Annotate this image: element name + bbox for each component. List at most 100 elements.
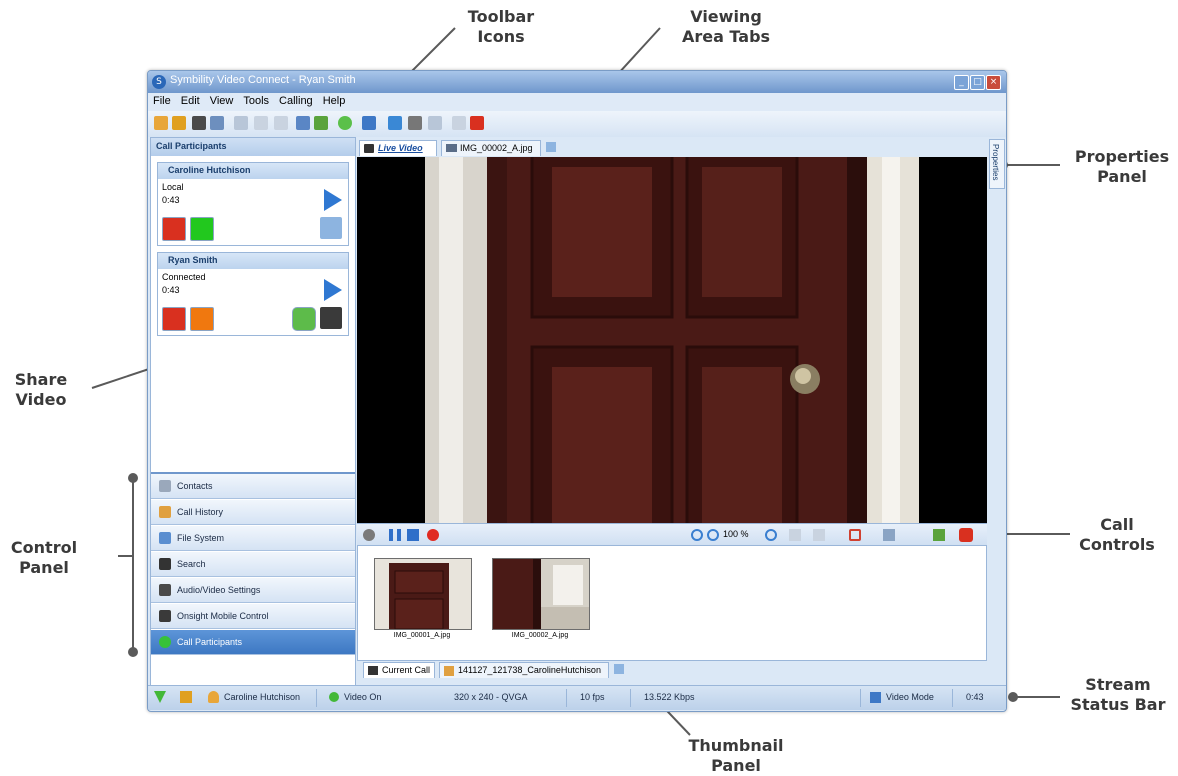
menu-file[interactable]: File xyxy=(148,93,176,109)
toolbar-icons-callout: Toolbar Icons xyxy=(467,7,535,46)
lock-icon xyxy=(180,691,192,703)
side-panel-header: Call Participants xyxy=(151,138,355,156)
thumbnail-image xyxy=(375,559,471,629)
pencil-icon[interactable] xyxy=(254,116,268,130)
minimize-button[interactable]: _ xyxy=(954,75,969,90)
app-window: S Symbility Video Connect - Ryan Smith _… xyxy=(147,70,1007,712)
participant-name: Ryan Smith xyxy=(158,253,348,269)
menu-edit[interactable]: Edit xyxy=(176,93,205,109)
thumbnail-tabs: Current Call 141127_121738_CarolineHutch… xyxy=(357,661,987,679)
menu-calling[interactable]: Calling xyxy=(274,93,318,109)
pan-icon[interactable] xyxy=(691,529,703,541)
status-separator xyxy=(952,689,953,707)
book-icon[interactable] xyxy=(296,116,310,130)
volume-icon[interactable] xyxy=(883,529,895,541)
nav-file-system[interactable]: File System xyxy=(151,526,355,551)
participant-time: 0:43 xyxy=(162,195,180,205)
nav-list: Contacts Call History File System Search… xyxy=(151,472,355,688)
window-icon[interactable] xyxy=(210,116,224,130)
control-panel-callout: Control Panel xyxy=(10,538,78,577)
folder-icon xyxy=(444,666,454,676)
maximize-button[interactable]: □ xyxy=(970,75,985,90)
camera-icon[interactable] xyxy=(192,116,206,130)
camera-icon xyxy=(368,666,378,675)
nav-onsight-mobile[interactable]: Onsight Mobile Control xyxy=(151,604,355,629)
pause-icon[interactable] xyxy=(389,529,401,541)
share-icon[interactable] xyxy=(933,529,945,541)
thumbnail-panel: IMG_00001_A.jpg IMG_00002_A.jpg xyxy=(357,545,987,661)
thumbnail[interactable] xyxy=(374,558,472,630)
record-icon[interactable] xyxy=(427,529,439,541)
av-settings-icon xyxy=(159,584,171,596)
properties-panel-callout: Properties Panel xyxy=(1074,147,1170,186)
participant-card: Ryan Smith Connected 0:43 xyxy=(157,252,349,336)
end-call-button[interactable] xyxy=(162,217,186,241)
thumbnail-caption: IMG_00001_A.jpg xyxy=(393,632,451,639)
share-video-button[interactable] xyxy=(292,307,316,331)
status-separator xyxy=(630,689,631,707)
nav-call-history[interactable]: Call History xyxy=(151,500,355,525)
screen-share-icon[interactable] xyxy=(320,217,342,239)
status-available-icon[interactable] xyxy=(338,116,352,130)
share-icon[interactable] xyxy=(314,116,328,130)
status-bar: Caroline Hutchison Video On 320 x 240 - … xyxy=(148,685,1006,710)
menu-view[interactable]: View xyxy=(205,93,239,109)
nav-call-participants[interactable]: Call Participants xyxy=(151,630,355,655)
snapshot-icon[interactable] xyxy=(407,529,419,541)
video-toggle-button[interactable] xyxy=(190,217,214,241)
add-contact-icon[interactable] xyxy=(154,116,168,130)
nav-contacts[interactable]: Contacts xyxy=(151,474,355,499)
participant-name: Caroline Hutchison xyxy=(158,163,348,179)
tab-current-call[interactable]: Current Call xyxy=(363,662,435,678)
status-separator xyxy=(860,689,861,707)
camera-icon xyxy=(159,610,171,622)
nav-search[interactable]: Search xyxy=(151,552,355,577)
play-icon[interactable] xyxy=(324,279,342,301)
close-tab-icon[interactable] xyxy=(546,142,556,152)
menu-tools[interactable]: Tools xyxy=(238,93,274,109)
tab-image[interactable]: IMG_00002_A.jpg xyxy=(441,140,556,156)
camera-icon[interactable] xyxy=(320,307,342,329)
video-toggle-button[interactable] xyxy=(190,307,214,331)
hang-up-icon[interactable] xyxy=(470,116,484,130)
save-icon[interactable] xyxy=(362,116,376,130)
transfer-icon[interactable] xyxy=(388,116,402,130)
menu-help[interactable]: Help xyxy=(318,93,351,109)
side-panel: Call Participants Caroline Hutchison Loc… xyxy=(150,137,356,687)
annotate-icon[interactable] xyxy=(789,529,801,541)
video-controls: 100 % xyxy=(357,523,987,546)
close-tab-icon[interactable] xyxy=(614,664,624,674)
thumbnail[interactable] xyxy=(492,558,590,630)
video-mode-icon xyxy=(870,692,881,703)
participant-status: Local xyxy=(162,182,184,192)
app-logo-icon: S xyxy=(152,75,166,89)
stop-icon[interactable] xyxy=(363,529,375,541)
zoom-in-icon[interactable] xyxy=(765,529,777,541)
hang-up-icon[interactable] xyxy=(959,528,973,542)
tab-call-archive[interactable]: 141127_121738_CarolineHutchison xyxy=(439,662,624,678)
search-icon xyxy=(159,558,171,570)
copy-icon[interactable] xyxy=(234,116,248,130)
status-resolution: 320 x 240 - QVGA xyxy=(454,692,528,702)
viewing-area-tabs-callout: Viewing Area Tabs xyxy=(681,7,771,46)
end-call-button[interactable] xyxy=(162,307,186,331)
status-time: 0:43 xyxy=(966,692,984,702)
window-title: Symbility Video Connect - Ryan Smith xyxy=(170,74,356,86)
close-button[interactable]: × xyxy=(986,75,1001,90)
handset-disabled-icon[interactable] xyxy=(452,116,466,130)
nav-av-settings[interactable]: Audio/Video Settings xyxy=(151,578,355,603)
delete-icon[interactable] xyxy=(274,116,288,130)
print-icon[interactable] xyxy=(428,116,442,130)
tab-live-video[interactable]: Live Video xyxy=(359,140,437,156)
participant-time: 0:43 xyxy=(162,285,180,295)
fit-icon[interactable] xyxy=(813,529,825,541)
view-tabs: Live Video IMG_00002_A.jpg xyxy=(357,139,987,157)
grid-icon[interactable] xyxy=(408,116,422,130)
focus-icon[interactable] xyxy=(849,529,861,541)
play-icon[interactable] xyxy=(324,189,342,211)
properties-tab[interactable]: Properties xyxy=(989,139,1005,189)
thumbnail-panel-callout: Thumbnail Panel xyxy=(688,736,784,775)
zoom-out-icon[interactable] xyxy=(707,529,719,541)
camera-icon xyxy=(364,144,374,153)
key-icon[interactable] xyxy=(172,116,186,130)
